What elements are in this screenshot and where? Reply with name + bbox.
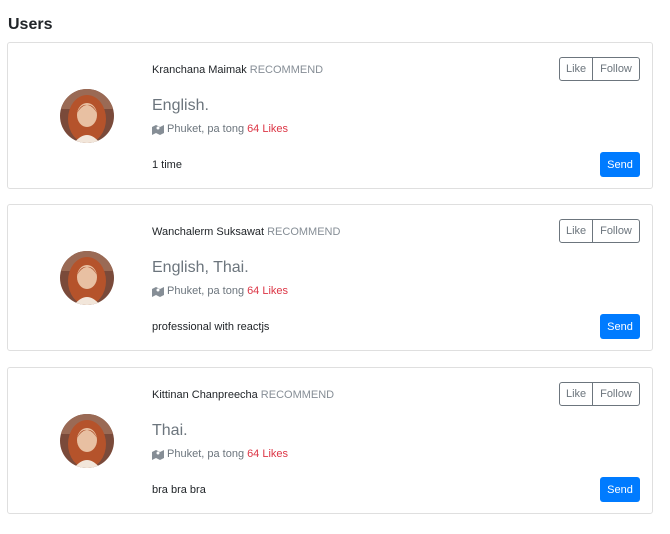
follow-button[interactable]: Follow — [593, 382, 640, 406]
user-card: Kranchana Maimak RECOMMEND English. Phuke… — [7, 42, 653, 189]
user-name-line: Kranchana Maimak RECOMMEND — [152, 64, 323, 76]
location-line: Phuket, pa tong 64 Likes — [152, 123, 288, 135]
avatar[interactable] — [60, 251, 114, 305]
follow-button[interactable]: Follow — [593, 219, 640, 243]
like-follow-group: Like Follow — [559, 219, 640, 243]
avatar-image — [60, 414, 114, 468]
avatar-image — [60, 251, 114, 305]
user-description: professional with reactjs — [152, 321, 270, 333]
map-icon — [152, 449, 164, 460]
likes-count: 64 Likes — [247, 448, 289, 460]
user-card: Kittinan Chanpreecha RECOMMEND Thai. Phuk… — [7, 367, 653, 514]
location-line: Phuket, pa tong 64 Likes — [152, 448, 288, 460]
user-name[interactable]: Kittinan Chanpreecha — [152, 389, 258, 401]
map-icon — [152, 124, 164, 135]
avatar-image — [60, 89, 114, 143]
likes-count: 64 Likes — [247, 285, 289, 297]
send-button[interactable]: Send — [600, 477, 640, 502]
recommend-badge: RECOMMEND — [249, 64, 324, 76]
user-languages: Thai. — [152, 422, 188, 439]
user-name-line: Wanchalerm Suksawat RECOMMEND — [152, 226, 340, 238]
likes-count: 64 Likes — [247, 123, 289, 135]
section-title: Users — [8, 16, 53, 33]
follow-button[interactable]: Follow — [593, 57, 640, 81]
user-description: bra bra bra — [152, 484, 206, 496]
avatar[interactable] — [60, 414, 114, 468]
avatar[interactable] — [60, 89, 114, 143]
user-name[interactable]: Kranchana Maimak — [152, 64, 247, 76]
user-languages: English. — [152, 97, 209, 114]
like-follow-group: Like Follow — [559, 382, 640, 406]
user-name[interactable]: Wanchalerm Suksawat — [152, 226, 264, 238]
send-button[interactable]: Send — [600, 314, 640, 339]
user-card: Wanchalerm Suksawat RECOMMEND English, Th… — [7, 204, 653, 351]
like-button[interactable]: Like — [559, 57, 593, 81]
user-description: 1 time — [152, 159, 182, 171]
user-location: Phuket, pa tong — [167, 448, 245, 460]
location-line: Phuket, pa tong 64 Likes — [152, 285, 288, 297]
user-languages: English, Thai. — [152, 259, 249, 276]
like-button[interactable]: Like — [559, 382, 593, 406]
recommend-badge: RECOMMEND — [267, 226, 341, 238]
map-icon — [152, 286, 164, 297]
user-location: Phuket, pa tong — [167, 285, 245, 297]
recommend-badge: RECOMMEND — [260, 389, 335, 401]
user-location: Phuket, pa tong — [167, 123, 245, 135]
like-follow-group: Like Follow — [559, 57, 640, 81]
send-button[interactable]: Send — [600, 152, 640, 177]
user-name-line: Kittinan Chanpreecha RECOMMEND — [152, 389, 334, 401]
like-button[interactable]: Like — [559, 219, 593, 243]
